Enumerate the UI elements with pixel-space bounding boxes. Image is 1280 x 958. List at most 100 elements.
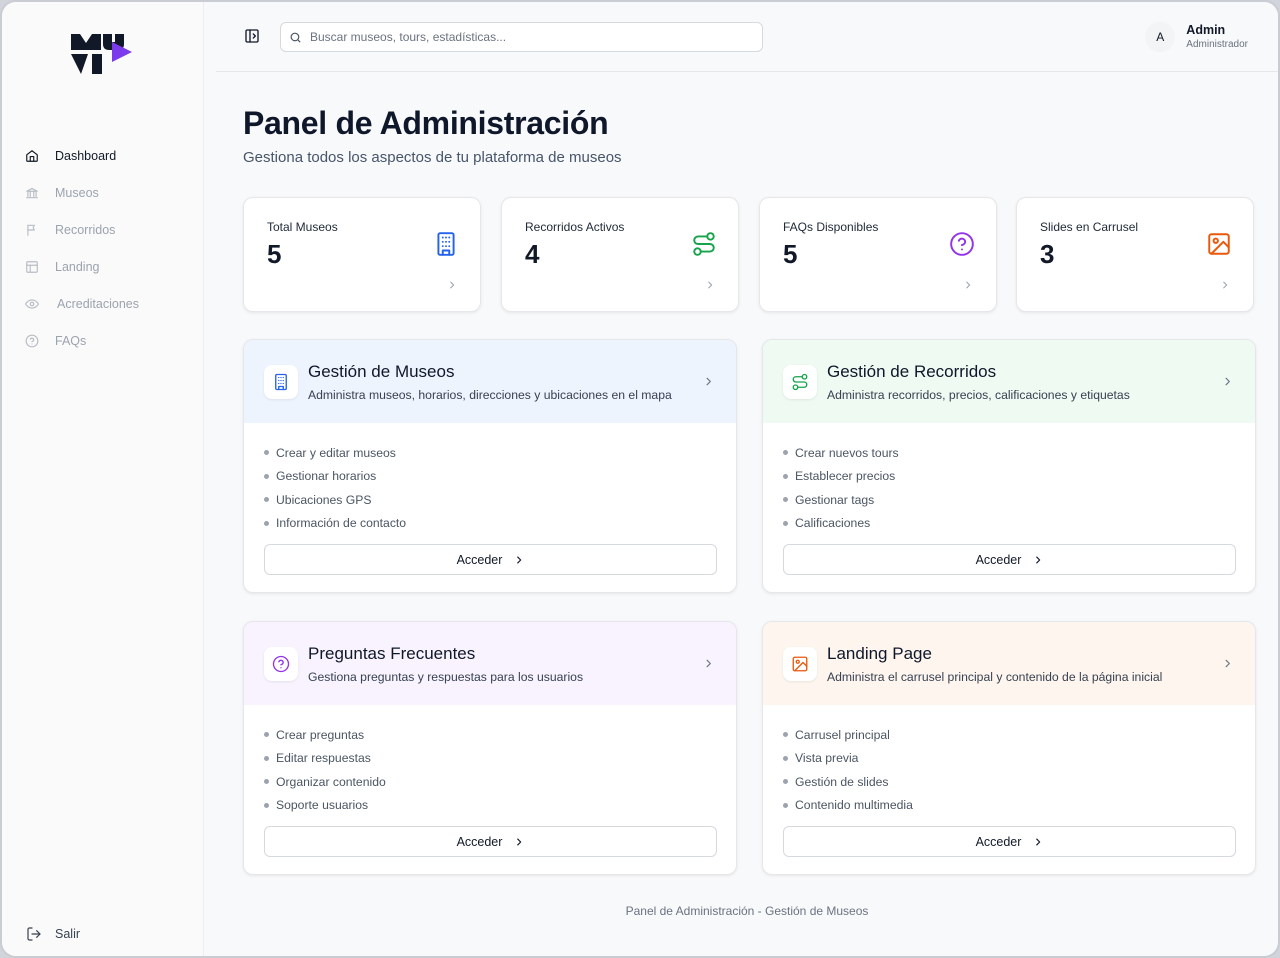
sidebar-item-faqs[interactable]: FAQs	[2, 322, 204, 359]
flag-icon	[24, 222, 40, 238]
card-header[interactable]: Preguntas Frecuentes Gestiona preguntas …	[244, 622, 736, 705]
sidebar-nav: Dashboard Museos Recorridos Landing Acre…	[2, 137, 204, 359]
access-button-label: Acceder	[456, 834, 503, 849]
list-item: Gestionar horarios	[264, 465, 406, 489]
feature-list: Carrusel principal Vista previa Gestión …	[783, 723, 913, 817]
feature-list: Crear y editar museos Gestionar horarios…	[264, 441, 406, 535]
sidebar-item-dashboard[interactable]: Dashboard	[2, 137, 204, 174]
stat-label: Slides en Carrusel	[1040, 220, 1139, 234]
search-box	[280, 22, 763, 52]
building-icon	[437, 232, 455, 256]
list-item: Calificaciones	[783, 512, 899, 536]
chevron-right-icon	[450, 281, 455, 289]
card-description: Administra recorridos, precios, califica…	[827, 388, 1130, 402]
help-circle-icon	[272, 655, 290, 673]
list-item: Establecer precios	[783, 465, 899, 489]
access-button-label: Acceder	[975, 834, 1022, 849]
route-icon	[792, 373, 808, 391]
stat-label: FAQs Disponibles	[783, 220, 879, 234]
list-item: Soporte usuarios	[264, 794, 386, 818]
sidebar-item-label: Landing	[55, 259, 100, 274]
chevron-right-icon	[1225, 377, 1230, 386]
app-window: Dashboard Museos Recorridos Landing Acre…	[0, 0, 1280, 958]
muvi-logo[interactable]	[68, 30, 134, 81]
card-header[interactable]: Gestión de Recorridos Administra recorri…	[763, 340, 1255, 423]
logout-button[interactable]: Salir	[26, 926, 80, 942]
eye-icon	[24, 296, 40, 312]
card-icon-box	[264, 365, 298, 399]
list-item: Carrusel principal	[783, 723, 913, 747]
access-button[interactable]: Acceder	[783, 826, 1236, 857]
chevron-right-icon	[708, 281, 713, 289]
list-item: Contenido multimedia	[783, 794, 913, 818]
avatar: A	[1145, 22, 1176, 52]
feature-list: Crear nuevos tours Establecer precios Ge…	[783, 441, 899, 535]
building-icon	[275, 373, 287, 391]
card-header[interactable]: Landing Page Administra el carrusel prin…	[763, 622, 1255, 705]
user-role: Administrador	[1186, 39, 1248, 50]
sidebar-item-label: Museos	[55, 185, 99, 200]
stat-value: 5	[783, 239, 798, 269]
stat-card-museos[interactable]: Total Museos 5	[243, 197, 481, 312]
sidebar-item-label: Recorridos	[55, 222, 116, 237]
page-subtitle: Gestiona todos los aspectos de tu plataf…	[243, 149, 622, 166]
stat-card-recorridos[interactable]: Recorridos Activos 4	[501, 197, 739, 312]
card-title: Preguntas Frecuentes	[308, 644, 476, 663]
museum-icon	[24, 185, 40, 201]
feature-list: Crear preguntas Editar respuestas Organi…	[264, 723, 386, 817]
chevron-right-icon	[1036, 838, 1041, 845]
image-icon	[792, 656, 808, 672]
list-item: Vista previa	[783, 747, 913, 771]
help-circle-icon	[950, 232, 974, 256]
sidebar-item-landing[interactable]: Landing	[2, 248, 204, 285]
access-button-label: Acceder	[456, 552, 503, 567]
card-title: Gestión de Museos	[308, 362, 455, 381]
list-item: Crear nuevos tours	[783, 441, 899, 465]
card-landing-page: Landing Page Administra el carrusel prin…	[762, 621, 1256, 875]
access-button[interactable]: Acceder	[264, 826, 717, 857]
search-input[interactable]	[310, 30, 730, 44]
footer-text: Panel de Administración - Gestión de Mus…	[625, 904, 869, 918]
list-item: Organizar contenido	[264, 770, 386, 794]
top-bar: A Admin Administrador	[216, 2, 1278, 72]
panel-toggle-icon	[245, 29, 259, 43]
list-item: Gestionar tags	[783, 488, 899, 512]
access-button[interactable]: Acceder	[783, 544, 1236, 575]
card-description: Administra el carrusel principal y conte…	[827, 670, 1163, 684]
stat-card-faqs[interactable]: FAQs Disponibles 5	[759, 197, 997, 312]
sidebar-item-label: FAQs	[55, 333, 87, 348]
sidebar-item-acreditaciones[interactable]: Acreditaciones	[2, 285, 204, 322]
card-icon-box	[783, 647, 817, 681]
list-item: Información de contacto	[264, 512, 406, 536]
logout-icon	[27, 927, 41, 941]
card-header[interactable]: Gestión de Museos Administra museos, hor…	[244, 340, 736, 423]
sidebar-toggle-button[interactable]	[244, 28, 260, 44]
chevron-right-icon	[1223, 281, 1228, 289]
list-item: Crear preguntas	[264, 723, 386, 747]
list-item: Ubicaciones GPS	[264, 488, 406, 512]
card-gestion-museos: Gestión de Museos Administra museos, hor…	[243, 339, 737, 593]
sidebar: Dashboard Museos Recorridos Landing Acre…	[2, 2, 204, 956]
access-button-label: Acceder	[975, 552, 1022, 567]
sidebar-item-label: Acreditaciones	[57, 296, 139, 311]
card-gestion-recorridos: Gestión de Recorridos Administra recorri…	[762, 339, 1256, 593]
card-description: Gestiona preguntas y respuestas para los…	[308, 670, 584, 684]
chevron-right-icon	[517, 556, 522, 563]
card-description: Administra museos, horarios, direcciones…	[308, 388, 672, 402]
main-content: Panel de Administración Gestiona todos l…	[216, 73, 1278, 956]
stat-label: Total Museos	[267, 220, 338, 234]
sidebar-item-recorridos[interactable]: Recorridos	[2, 211, 204, 248]
chevron-right-icon	[1036, 556, 1041, 563]
access-button[interactable]: Acceder	[264, 544, 717, 575]
stat-value: 4	[525, 239, 540, 269]
list-item: Editar respuestas	[264, 747, 386, 771]
card-title: Gestión de Recorridos	[827, 362, 997, 381]
stat-value: 3	[1040, 239, 1055, 269]
stat-card-slides[interactable]: Slides en Carrusel 3	[1016, 197, 1254, 312]
user-menu[interactable]: A Admin Administrador	[1145, 22, 1248, 52]
user-name: Admin	[1186, 23, 1226, 37]
card-title: Landing Page	[827, 644, 932, 663]
chevron-right-icon	[706, 659, 711, 668]
sidebar-item-museos[interactable]: Museos	[2, 174, 204, 211]
list-item: Gestión de slides	[783, 770, 913, 794]
